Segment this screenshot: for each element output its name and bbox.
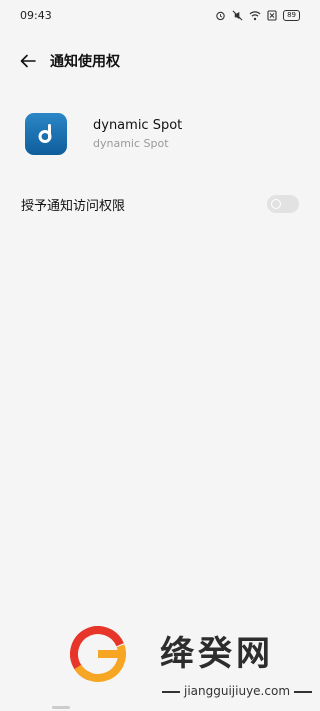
back-arrow-icon	[20, 54, 36, 68]
app-text: dynamic Spot dynamic Spot	[93, 118, 182, 150]
status-icons: 89	[215, 9, 300, 21]
watermark-logo-icon	[70, 626, 126, 682]
app-info-row: dynamic Spot dynamic Spot	[0, 108, 320, 160]
battery-indicator: 89	[283, 9, 300, 21]
app-bar: 通知使用权	[0, 44, 320, 78]
notification-access-row[interactable]: 授予通知访问权限	[0, 188, 320, 220]
notification-access-label: 授予通知访问权限	[21, 198, 126, 214]
watermark-line-right	[294, 690, 313, 693]
toggle-knob	[271, 199, 281, 209]
home-indicator	[52, 706, 70, 709]
sim-off-icon	[267, 9, 277, 21]
watermark-url: jiangguijiuye.com	[158, 684, 316, 698]
watermark: 绛癸网 jiangguijiuye.com	[70, 626, 313, 706]
app-package: dynamic Spot	[93, 137, 169, 150]
watermark-line-left	[162, 690, 180, 693]
app-name: dynamic Spot	[93, 118, 183, 133]
notification-access-toggle[interactable]	[267, 195, 299, 213]
alarm-icon	[216, 11, 225, 20]
watermark-title: 绛癸网	[160, 634, 274, 674]
page-title: 通知使用权	[50, 54, 120, 70]
status-time: 09:43	[20, 8, 52, 22]
wifi-icon	[249, 10, 261, 20]
app-icon	[25, 113, 67, 155]
dynamic-spot-logo-icon	[38, 124, 52, 143]
back-button[interactable]	[18, 51, 38, 71]
watermark-url-text: jiangguijiuye.com	[184, 684, 291, 698]
status-bar: 09:43 89	[0, 0, 320, 30]
mute-icon	[232, 10, 243, 20]
